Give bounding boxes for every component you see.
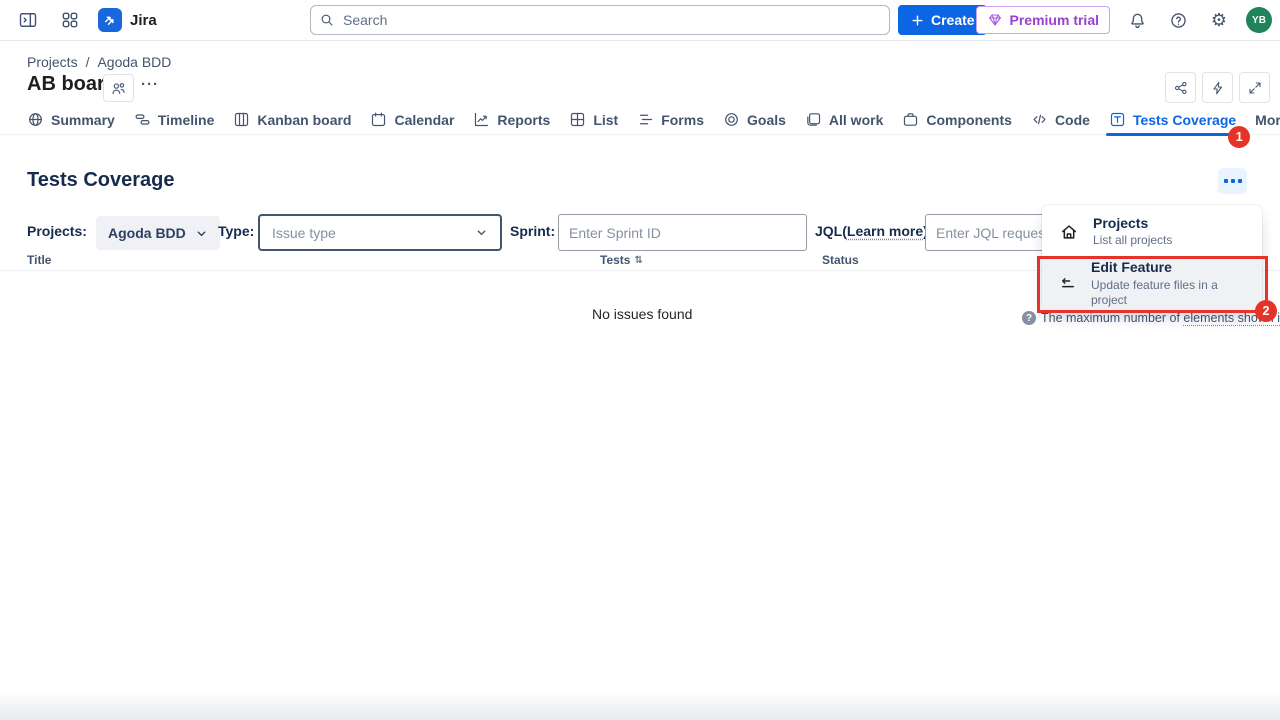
- edit-feature-icon: [1059, 275, 1077, 293]
- projects-filter-dropdown[interactable]: Agoda BDD: [96, 216, 220, 250]
- jira-app-window: Jira Create Premium trial ⚙: [0, 0, 1280, 720]
- forms-icon: [637, 111, 654, 128]
- settings-button[interactable]: ⚙: [1205, 6, 1233, 34]
- page-title: Tests Coverage: [27, 169, 174, 192]
- sidebar-toggle-button[interactable]: [14, 6, 42, 34]
- jql-filter-label: JQL(Learn more):: [815, 223, 932, 239]
- column-header-tests[interactable]: Tests ⇅: [600, 253, 643, 267]
- breadcrumb-project-link[interactable]: Agoda BDD: [97, 54, 171, 70]
- globe-icon: [27, 111, 44, 128]
- sprint-id-input[interactable]: [558, 214, 807, 251]
- plus-icon: [910, 13, 925, 28]
- max-elements-footnote: ? The maximum number of elements shown i…: [1022, 311, 1280, 325]
- sidebar-toggle-icon: [18, 10, 38, 30]
- jira-brand[interactable]: Jira: [98, 8, 157, 32]
- list-icon: [569, 111, 586, 128]
- jira-logo-icon: [98, 8, 122, 32]
- board-more-button[interactable]: ···: [141, 76, 159, 93]
- tab-all-work[interactable]: All work: [805, 105, 883, 135]
- search-icon: [319, 12, 335, 28]
- components-icon: [902, 111, 919, 128]
- create-button[interactable]: Create: [898, 5, 987, 35]
- home-icon: [1059, 222, 1079, 242]
- tab-kanban-board[interactable]: Kanban board: [233, 105, 351, 135]
- tab-code[interactable]: Code: [1031, 105, 1090, 135]
- app-switcher-button[interactable]: [56, 6, 84, 34]
- chevron-down-icon: [475, 226, 488, 239]
- reports-icon: [473, 111, 490, 128]
- tab-components[interactable]: Components: [902, 105, 1012, 135]
- menu-item-subtitle: Update feature files in a project: [1091, 278, 1245, 309]
- tests-coverage-icon: [1109, 111, 1126, 128]
- tab-reports[interactable]: Reports: [473, 105, 550, 135]
- menu-item-title: Projects: [1093, 215, 1172, 233]
- bottom-shadow: [0, 692, 1280, 720]
- annotation-step-1: 1: [1228, 126, 1250, 148]
- page-options-menu: Projects List all projects Edit Feature …: [1042, 205, 1262, 311]
- sprint-filter-label: Sprint:: [510, 223, 555, 239]
- more-options-icon: [1224, 179, 1228, 183]
- page-options-button[interactable]: [1218, 168, 1247, 194]
- issue-type-placeholder: Issue type: [272, 225, 336, 241]
- tab-goals[interactable]: Goals: [723, 105, 786, 135]
- help-icon: [1169, 11, 1188, 30]
- board-tab-bar: Summary Timeline Kanban board Calendar R…: [0, 105, 1280, 135]
- menu-item-subtitle: List all projects: [1093, 233, 1172, 249]
- topbar-right-group: Premium trial ⚙ YB: [976, 0, 1272, 40]
- premium-trial-button[interactable]: Premium trial: [976, 6, 1110, 34]
- app-switcher-icon: [60, 10, 80, 30]
- type-filter-label: Type:: [218, 223, 254, 239]
- bell-icon: [1128, 11, 1147, 30]
- kanban-icon: [233, 111, 250, 128]
- goals-icon: [723, 111, 740, 128]
- breadcrumb: Projects / Agoda BDD: [27, 54, 171, 70]
- sort-icon: ⇅: [634, 255, 642, 266]
- breadcrumb-separator: /: [86, 54, 90, 70]
- expand-icon: [1247, 80, 1263, 96]
- question-icon: ?: [1022, 311, 1036, 325]
- help-button[interactable]: [1164, 6, 1192, 34]
- automation-button[interactable]: [1202, 72, 1233, 103]
- chevron-down-icon: [195, 227, 208, 240]
- menu-item-title: Edit Feature: [1091, 259, 1245, 277]
- notifications-button[interactable]: [1123, 6, 1151, 34]
- issue-type-select[interactable]: Issue type: [258, 214, 502, 251]
- people-icon: [110, 80, 127, 97]
- code-icon: [1031, 111, 1048, 128]
- lightning-icon: [1210, 80, 1226, 96]
- projects-filter-label: Projects:: [27, 223, 87, 239]
- tab-timeline[interactable]: Timeline: [134, 105, 215, 135]
- column-header-status: Status: [822, 253, 859, 267]
- empty-state-message: No issues found: [592, 306, 692, 322]
- menu-item-projects[interactable]: Projects List all projects: [1042, 206, 1262, 258]
- all-work-icon: [805, 111, 822, 128]
- global-search: [310, 5, 890, 35]
- tab-forms[interactable]: Forms: [637, 105, 704, 135]
- tab-tests-coverage[interactable]: Tests Coverage 1: [1109, 105, 1236, 135]
- tab-calendar[interactable]: Calendar: [370, 105, 454, 135]
- share-button[interactable]: [1165, 72, 1196, 103]
- fullscreen-button[interactable]: [1239, 72, 1270, 103]
- topbar-left-group: Jira: [14, 0, 157, 40]
- app-title: Jira: [130, 12, 157, 29]
- tab-list[interactable]: List: [569, 105, 618, 135]
- gear-icon: ⚙: [1211, 11, 1227, 29]
- board-members-button[interactable]: [103, 74, 134, 102]
- top-navigation-bar: Jira Create Premium trial ⚙: [0, 0, 1280, 41]
- jql-learn-more-link[interactable]: Learn more: [847, 223, 923, 239]
- share-icon: [1173, 80, 1189, 96]
- timeline-icon: [134, 111, 151, 128]
- menu-item-edit-feature[interactable]: Edit Feature Update feature files in a p…: [1042, 258, 1262, 310]
- user-avatar[interactable]: YB: [1246, 7, 1272, 33]
- tab-summary[interactable]: Summary: [27, 105, 115, 135]
- board-header-actions: [1165, 72, 1270, 103]
- breadcrumb-projects-link[interactable]: Projects: [27, 54, 78, 70]
- gem-icon: [987, 12, 1003, 28]
- tab-more[interactable]: More 5: [1255, 105, 1280, 135]
- calendar-icon: [370, 111, 387, 128]
- column-header-title: Title: [27, 253, 51, 267]
- search-input[interactable]: [310, 5, 890, 35]
